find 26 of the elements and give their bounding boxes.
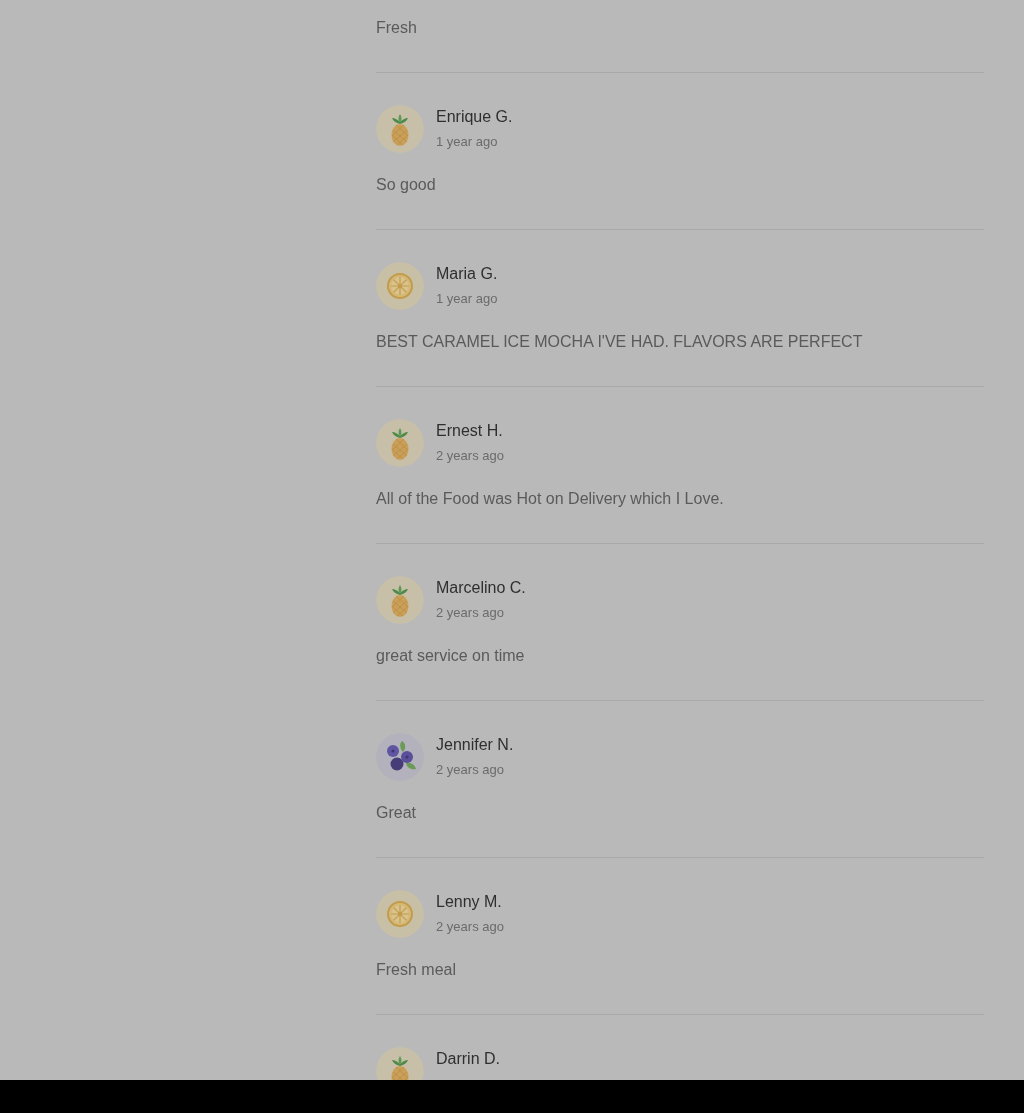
reviewer-name: Lenny M. — [436, 892, 502, 912]
review-text: All of the Food was Hot on Delivery which I Love. — [376, 489, 724, 509]
pineapple-icon — [376, 105, 424, 153]
review-text: great service on time — [376, 646, 525, 666]
review-date: 1 year ago — [436, 134, 498, 150]
citrus-slice-icon — [376, 890, 424, 938]
reviewer-name: Ernest H. — [436, 421, 503, 441]
review-date: 2 years ago — [436, 762, 504, 778]
review-date: 2 years ago — [436, 448, 504, 464]
review-text: Fresh meal — [376, 960, 457, 980]
pineapple-icon — [376, 576, 424, 624]
reviewer-name: Marcelino C. — [436, 578, 526, 598]
reviewer-name: Maria G. — [436, 264, 498, 284]
citrus-slice-icon — [376, 262, 424, 310]
reviewer-name: Jennifer N. — [436, 735, 514, 755]
review-text: Great — [376, 803, 416, 823]
review-date: 1 year ago — [436, 291, 498, 307]
reviewer-name: Enrique G. — [436, 107, 513, 127]
blueberries-icon — [376, 733, 424, 781]
review-text: BEST CARAMEL ICE MOCHA I'VE HAD. FLAVORS ARE PERFECT — [376, 332, 863, 352]
review-date: 2 years ago — [436, 919, 504, 935]
pineapple-icon — [376, 419, 424, 467]
review-text: So good — [376, 175, 436, 195]
review-date: 2 years ago — [436, 605, 504, 621]
reviewer-name: Darrin D. — [436, 1049, 500, 1069]
review-text: Fresh — [376, 18, 417, 38]
